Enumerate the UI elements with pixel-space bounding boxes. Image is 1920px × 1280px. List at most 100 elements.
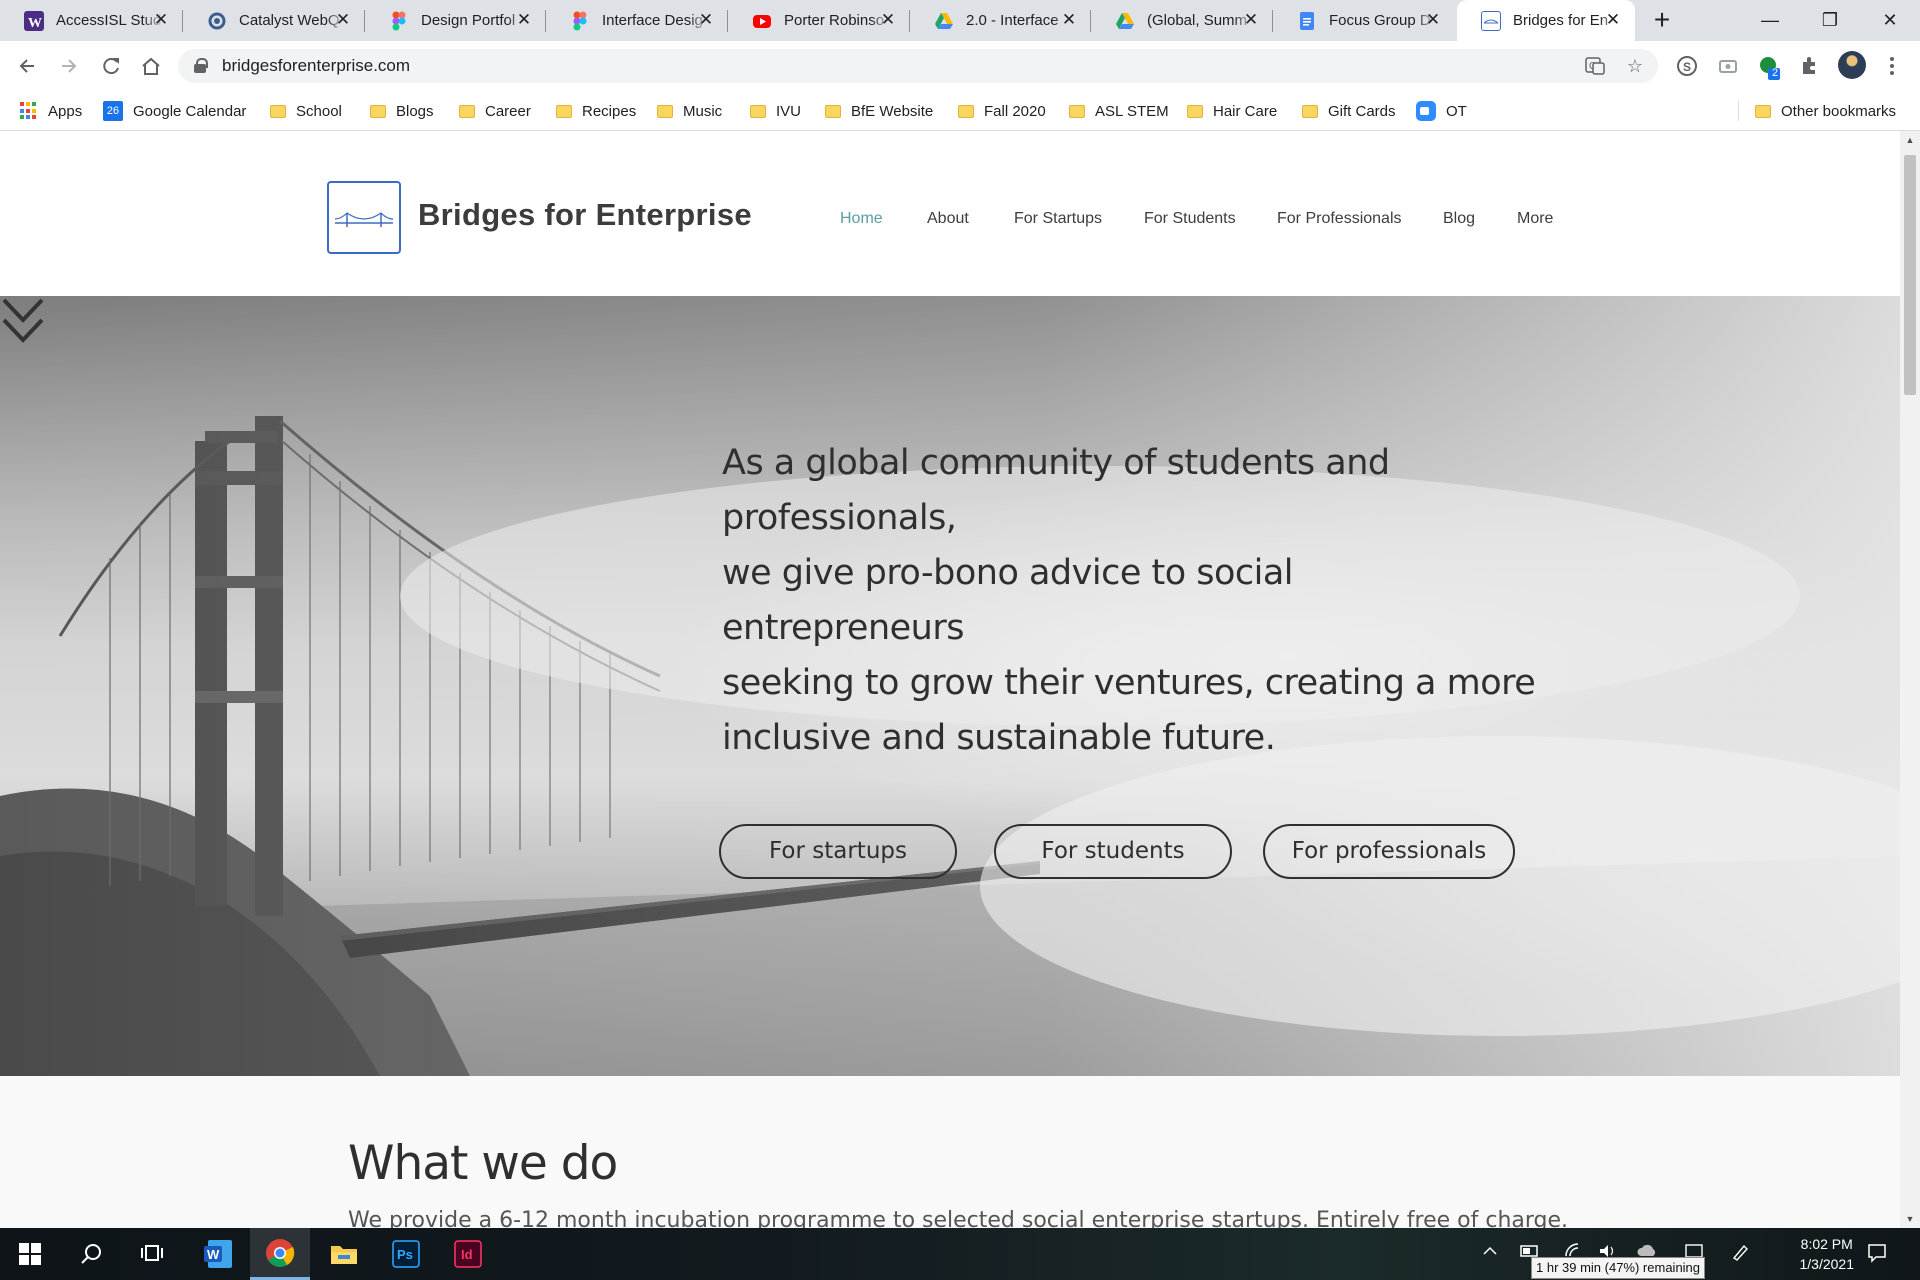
home-button[interactable] [134,49,168,83]
action-center-icon[interactable] [1866,1242,1888,1268]
close-icon[interactable]: ✕ [333,10,353,30]
bookmark-label: Recipes [582,102,637,120]
zoom-icon [1416,101,1436,121]
google-drive-icon [934,11,954,31]
nav-home[interactable]: Home [840,210,883,228]
bookmark-star-icon[interactable]: ☆ [1624,55,1646,77]
home-icon [142,57,160,75]
pen-icon[interactable] [1730,1242,1750,1266]
tab-drive-global[interactable]: (Global, Summ ✕ [1091,0,1273,41]
folder-icon [657,104,673,118]
svg-text:S: S [1683,60,1691,74]
new-tab-button[interactable]: + [1647,6,1677,36]
page-scrollbar[interactable]: ▲ ▼ [1900,131,1920,1228]
close-icon[interactable]: ✕ [514,10,534,30]
bookmark-folder-asl-stem[interactable]: ASL STEM [1069,99,1169,123]
google-drive-icon [1115,11,1135,31]
nav-for-startups[interactable]: For Startups [1014,210,1102,228]
profile-avatar[interactable] [1838,51,1866,79]
bookmark-folder-gift-cards[interactable]: Gift Cards [1302,99,1396,123]
screen-capture-icon[interactable] [1716,54,1740,78]
bookmark-label: Career [485,102,531,120]
bookmark-folder-hair-care[interactable]: Hair Care [1187,99,1277,123]
close-window-button[interactable]: ✕ [1860,0,1920,41]
site-brand-name[interactable]: Bridges for Enterprise [418,197,752,233]
bookmark-folder-recipes[interactable]: Recipes [556,99,636,123]
nav-for-professionals[interactable]: For Professionals [1277,210,1402,228]
nav-blog[interactable]: Blog [1443,210,1475,228]
url-text[interactable]: bridgesforenterprise.com [222,56,410,76]
close-icon[interactable]: ✕ [1241,10,1261,30]
address-bar[interactable]: bridgesforenterprise.com G ☆ [178,49,1658,83]
for-students-button[interactable]: For students [994,824,1232,879]
double-chevron-down-icon[interactable] [0,296,46,346]
tab-design-portfolio[interactable]: Design Portfol ✕ [365,0,546,41]
close-icon[interactable]: ✕ [878,10,898,30]
kebab-menu-icon[interactable] [1880,54,1904,78]
lock-icon [194,58,208,73]
reload-button[interactable] [94,49,128,83]
page-viewport: Bridges for Enterprise Home About For St… [0,131,1900,1228]
tab-interface-design[interactable]: Interface Desig ✕ [546,0,728,41]
indesign-icon[interactable]: Id [438,1228,498,1280]
search-icon[interactable] [62,1228,122,1280]
photoshop-icon[interactable]: Ps [376,1228,436,1280]
tab-accessisl[interactable]: W AccessISL Stud ✕ [0,0,183,41]
nav-about[interactable]: About [927,210,969,228]
close-icon[interactable]: ✕ [1423,10,1443,30]
bookmark-apps[interactable]: Apps [20,99,82,123]
chevron-up-icon[interactable] [1481,1242,1499,1264]
tab-bridges-active[interactable]: Bridges for En ✕ [1457,0,1635,41]
bookmark-folder-bfe-website[interactable]: BfE Website [825,99,933,123]
skype-icon[interactable]: S [1675,54,1699,78]
bridge-logo-icon[interactable] [327,181,401,254]
tab-focus-group[interactable]: Focus Group D ✕ [1273,0,1455,41]
bookmark-other-bookmarks[interactable]: Other bookmarks [1755,99,1896,123]
nav-for-students[interactable]: For Students [1144,210,1236,228]
figma-icon [570,11,590,31]
battery-tooltip: 1 hr 39 min (47%) remaining [1531,1257,1706,1279]
bookmark-label: Fall 2020 [984,102,1046,120]
bookmarks-divider [1738,101,1739,121]
scroll-down-icon[interactable]: ▼ [1900,1210,1920,1228]
bookmark-folder-ivu[interactable]: IVU [750,99,801,123]
close-icon[interactable]: ✕ [1059,10,1079,30]
close-icon[interactable]: ✕ [151,10,171,30]
folder-icon [370,104,386,118]
close-icon[interactable]: ✕ [1603,10,1623,30]
minimize-button[interactable]: — [1740,0,1800,41]
scroll-up-icon[interactable]: ▲ [1900,131,1920,149]
bookmark-google-calendar[interactable]: 26 Google Calendar [103,99,246,123]
translate-icon[interactable]: G [1584,55,1606,77]
word-icon[interactable]: W [188,1228,248,1280]
for-professionals-button[interactable]: For professionals [1263,824,1515,879]
system-clock[interactable]: 8:02 PM 1/3/2021 [1800,1234,1855,1274]
restore-button[interactable]: ❐ [1800,0,1860,41]
bookmark-folder-fall-2020[interactable]: Fall 2020 [958,99,1046,123]
windows-start-icon[interactable] [0,1228,60,1280]
tab-porter-robinson[interactable]: Porter Robinso ✕ [728,0,910,41]
close-icon[interactable]: ✕ [696,10,716,30]
scrollbar-thumb[interactable] [1904,155,1916,395]
chrome-icon[interactable] [250,1228,310,1280]
folder-icon [1187,104,1203,118]
bookmark-folder-music[interactable]: Music [657,99,722,123]
for-startups-button[interactable]: For startups [719,824,957,879]
back-button[interactable] [10,49,44,83]
tab-catalyst[interactable]: Catalyst WebQ ✕ [183,0,365,41]
tab-title: Design Portfol [421,12,516,29]
svg-text:W: W [28,16,42,31]
bookmark-label: Blogs [396,102,434,120]
bookmark-folder-school[interactable]: School [270,99,342,123]
nav-more[interactable]: More [1517,210,1553,228]
bookmark-ot[interactable]: OT [1416,99,1467,123]
tab-drive-interface[interactable]: 2.0 - Interface ✕ [910,0,1091,41]
file-explorer-icon[interactable] [314,1228,374,1280]
forward-button[interactable] [52,49,86,83]
puzzle-extensions-icon[interactable] [1797,54,1821,78]
clock-time: 8:02 PM [1800,1236,1853,1252]
bookmark-folder-career[interactable]: Career [459,99,531,123]
extension-badge-icon[interactable]: 2 [1756,54,1780,80]
bookmark-folder-blogs[interactable]: Blogs [370,99,434,123]
task-view-icon[interactable] [122,1228,182,1280]
